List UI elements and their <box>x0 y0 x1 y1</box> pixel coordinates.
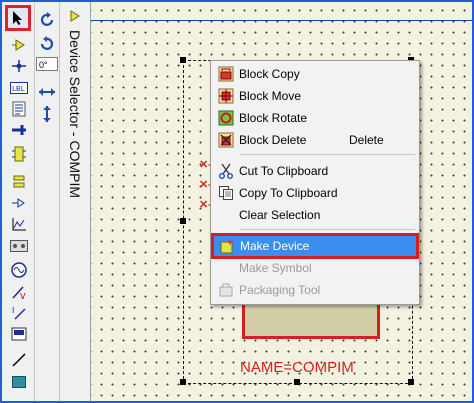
orientation-toolbar: 0° <box>35 2 60 401</box>
device-pin-icon <box>12 198 25 208</box>
device-pins-tool[interactable] <box>8 193 30 213</box>
terminals-tool[interactable] <box>8 172 30 192</box>
component-mode-tool[interactable] <box>8 35 30 55</box>
svg-text:V: V <box>20 292 26 300</box>
selection-mode-tool[interactable] <box>5 5 31 31</box>
selection-handle[interactable] <box>294 379 300 385</box>
tape-icon <box>10 240 28 252</box>
menu-separator <box>239 154 415 155</box>
text-script-icon <box>12 101 26 117</box>
selection-handle[interactable] <box>180 379 186 385</box>
pin-icon[interactable] <box>70 10 80 22</box>
terminal-icon <box>13 175 25 188</box>
menu-item-cut-to-clipboard[interactable]: Cut To Clipboard <box>213 160 417 182</box>
rotate-clockwise-icon <box>40 12 54 26</box>
wire-label-tool[interactable]: LBL <box>8 78 30 98</box>
context-menu: Block Copy Block Move Block Rotate Block… <box>210 60 420 305</box>
packaging-tool-icon <box>217 281 235 299</box>
graph-icon <box>12 218 26 231</box>
menu-separator <box>239 229 415 230</box>
menu-item-copy-to-clipboard[interactable]: Copy To Clipboard <box>213 182 417 204</box>
box-icon <box>12 376 26 388</box>
canvas-top-border <box>91 20 472 21</box>
block-copy-icon <box>217 65 235 83</box>
rotate-clockwise-button[interactable] <box>36 10 58 30</box>
menu-item-packaging-tool[interactable]: Packaging Tool <box>213 279 417 301</box>
menu-item-clear-selection[interactable]: Clear Selection <box>213 204 417 226</box>
device-selector-title: Device Selector - COMPIM <box>67 30 83 199</box>
buses-tool[interactable] <box>8 120 30 140</box>
subcircuit-icon <box>12 146 26 162</box>
generator-icon <box>11 262 27 278</box>
component-arrow-icon <box>12 39 25 51</box>
mirror-horizontal-button[interactable] <box>36 82 58 102</box>
selection-handle[interactable] <box>180 218 186 224</box>
box-tool[interactable] <box>8 372 30 392</box>
rotate-anticlockwise-button[interactable] <box>36 34 58 54</box>
virtual-instruments-tool[interactable] <box>8 324 30 344</box>
tape-recorder-tool[interactable] <box>8 236 30 256</box>
block-move-icon <box>217 87 235 105</box>
menu-item-block-move[interactable]: Block Move <box>213 85 417 107</box>
menu-item-make-symbol[interactable]: Make Symbol <box>213 257 417 279</box>
make-device-icon <box>218 237 236 255</box>
selection-handle[interactable] <box>408 379 414 385</box>
menu-item-make-device[interactable]: Make Device <box>211 233 419 259</box>
block-delete-icon <box>217 131 235 149</box>
mode-toolbar: LBL V I <box>2 2 35 401</box>
scissors-icon <box>217 162 235 180</box>
text-script-tool[interactable] <box>8 99 30 119</box>
junction-dot-tool[interactable] <box>8 56 30 76</box>
copy-icon <box>217 184 235 202</box>
bus-icon <box>12 125 26 135</box>
rotate-anticlockwise-icon <box>40 36 54 50</box>
current-probe-tool[interactable]: I <box>8 303 30 323</box>
mirror-horizontal-icon <box>39 88 55 96</box>
menu-item-block-delete[interactable]: Block Delete Delete <box>213 129 417 151</box>
block-rotate-icon <box>217 109 235 127</box>
line-icon <box>12 353 26 367</box>
graph-tool[interactable] <box>8 214 30 234</box>
current-probe-icon: I <box>12 306 26 320</box>
junction-dot-icon <box>12 60 26 72</box>
arrow-cursor-icon <box>13 11 22 25</box>
wire-label-icon: LBL <box>10 82 28 94</box>
mirror-vertical-icon <box>43 106 51 122</box>
device-name-label: NAME=COMPIM <box>240 359 354 376</box>
voltage-probe-icon: V <box>12 286 26 300</box>
menu-item-block-rotate[interactable]: Block Rotate <box>213 107 417 129</box>
svg-text:LBL: LBL <box>12 85 25 93</box>
voltage-probe-tool[interactable]: V <box>8 282 30 302</box>
generator-tool[interactable] <box>8 260 30 280</box>
instrument-icon <box>11 327 27 341</box>
proteus-window: LBL V I 0° Device Selector - COMPIM NAME… <box>0 0 474 403</box>
mirror-vertical-button[interactable] <box>36 104 58 124</box>
line-tool[interactable] <box>8 350 30 370</box>
rotation-angle-input[interactable]: 0° <box>36 57 58 71</box>
svg-text:I: I <box>12 306 14 315</box>
subcircuit-tool[interactable] <box>8 144 30 164</box>
device-selector-panel[interactable]: Device Selector - COMPIM <box>60 2 91 401</box>
selection-handle[interactable] <box>180 57 186 63</box>
menu-item-block-copy[interactable]: Block Copy <box>213 63 417 85</box>
